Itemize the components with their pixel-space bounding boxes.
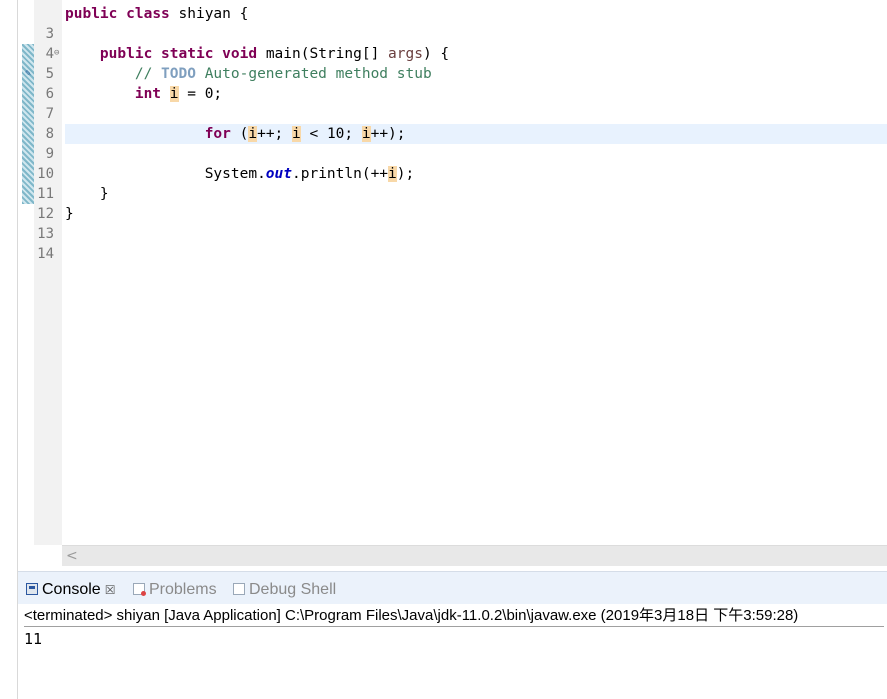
static-field: out xyxy=(265,166,292,182)
code-text: } xyxy=(99,186,109,202)
code-line[interactable]: 6 // TODO Auto-generated method stub xyxy=(18,64,887,102)
parameter: args xyxy=(388,46,423,62)
console-status-line: <terminated> shiyan [Java Application] C… xyxy=(24,606,884,627)
fold-collapse-icon[interactable]: ⊖ xyxy=(54,44,62,62)
horizontal-scrollbar[interactable]: < xyxy=(62,545,887,566)
tab-label: Debug Shell xyxy=(249,581,337,598)
code-line[interactable]: 7 int i = 0; xyxy=(18,84,887,122)
code-line[interactable]: 14 xyxy=(18,224,887,262)
variable-occurrence: i xyxy=(361,126,371,142)
code-text: .println(++ xyxy=(292,166,389,182)
variable-occurrence: i xyxy=(248,126,258,142)
variable-occurrence: i xyxy=(388,166,397,182)
tab-debug-shell[interactable]: Debug Shell xyxy=(233,580,336,600)
code-text: ++; xyxy=(257,126,293,142)
code-line[interactable]: 3 public class shiyan { xyxy=(18,4,887,42)
close-icon[interactable]: ☒ xyxy=(105,583,116,597)
console-icon xyxy=(26,583,38,595)
tab-problems[interactable]: Problems xyxy=(133,580,217,600)
code-line[interactable]: 11 System.out.println(++i); xyxy=(18,164,887,202)
console-panel: Console ☒ Problems Debug Shell <terminate… xyxy=(18,571,887,699)
tab-label: Problems xyxy=(149,581,217,598)
debug-shell-icon xyxy=(233,583,245,595)
code-area[interactable]: 3 public class shiyan { 4 5 ⊖ public sta… xyxy=(18,4,887,262)
keyword: int xyxy=(134,86,162,102)
current-code-line[interactable]: 9 for (i++; i < 10; i++); xyxy=(18,124,887,162)
code-line[interactable]: 5 ⊖ public static void main(String[] arg… xyxy=(18,44,887,82)
keyword: static xyxy=(161,46,214,62)
console-output[interactable]: 11 xyxy=(24,629,42,649)
class-name: shiyan { xyxy=(169,6,249,22)
method-signature: main(String[] xyxy=(257,46,389,62)
comment: // xyxy=(134,66,162,82)
keyword: public xyxy=(65,6,118,22)
comment: Auto-generated method stub xyxy=(195,66,432,82)
code-text: = 0; xyxy=(178,86,223,102)
tab-label: Console xyxy=(42,581,101,598)
keyword: public xyxy=(99,46,153,62)
code-text: System. xyxy=(204,166,266,182)
code-text: } xyxy=(65,206,74,222)
console-tab-bar: Console ☒ Problems Debug Shell xyxy=(18,571,887,604)
problems-icon xyxy=(133,583,146,596)
todo-tag: TODO xyxy=(161,66,196,82)
code-line[interactable]: 4 xyxy=(18,24,887,62)
keyword: class xyxy=(126,6,170,22)
code-line[interactable]: 12 } xyxy=(18,184,887,222)
keyword: for xyxy=(204,126,231,142)
keyword: void xyxy=(222,46,258,62)
scroll-left-icon[interactable]: < xyxy=(66,546,78,566)
code-line[interactable]: 8 xyxy=(18,104,887,142)
window-left-border xyxy=(0,0,18,699)
tab-console[interactable]: Console ☒ xyxy=(26,580,115,600)
code-text: ) { xyxy=(422,46,450,62)
code-editor[interactable]: ✎ 3 public class shiyan { 4 5 ⊖ public s… xyxy=(18,0,887,568)
code-line[interactable]: 10 xyxy=(18,144,887,182)
code-text: ( xyxy=(230,126,249,142)
variable-occurrence: i xyxy=(292,126,301,142)
code-text: < 10; xyxy=(300,126,362,142)
line-number: 14 xyxy=(37,246,54,262)
code-text: ++); xyxy=(370,126,406,142)
variable-occurrence: i xyxy=(169,86,179,102)
code-text: ); xyxy=(396,166,415,182)
code-line[interactable]: 13 } xyxy=(18,204,887,242)
